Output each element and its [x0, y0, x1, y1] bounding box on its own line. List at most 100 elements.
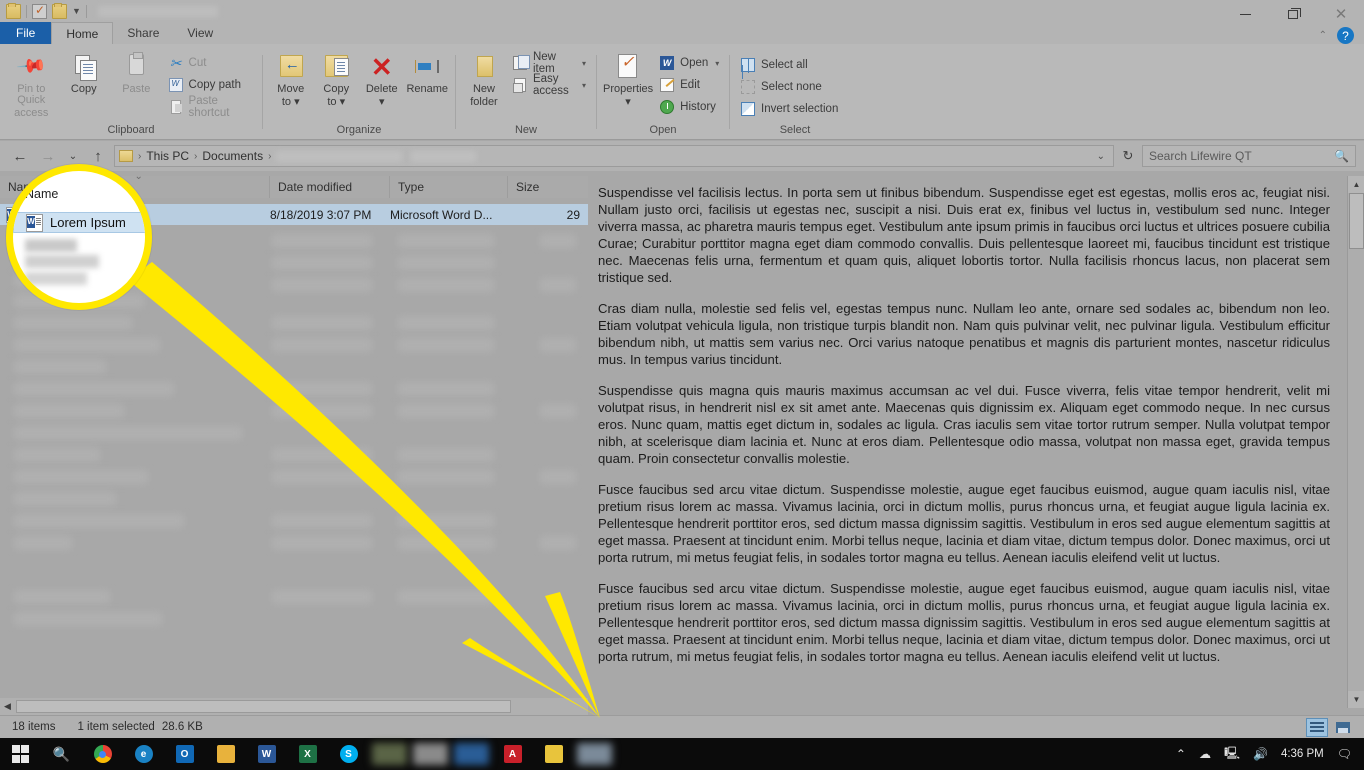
- volume-icon[interactable]: 🔊: [1253, 747, 1268, 761]
- redacted-app-icon-1[interactable]: [369, 738, 410, 770]
- scroll-down-icon[interactable]: ▼: [1348, 691, 1364, 708]
- edge-icon[interactable]: e: [123, 738, 164, 770]
- tab-home[interactable]: Home: [51, 22, 114, 44]
- select-all-button[interactable]: Select all: [736, 55, 842, 75]
- tab-file[interactable]: File: [0, 22, 52, 44]
- scroll-left-icon[interactable]: ◀: [0, 701, 15, 712]
- folder-icon[interactable]: [6, 2, 21, 19]
- status-selection-group: 1 item selected 28.6 KB: [77, 721, 202, 733]
- word-icon[interactable]: W: [246, 738, 287, 770]
- breadcrumb-dropdown-icon[interactable]: ⌄: [1097, 151, 1109, 162]
- ribbon-tab-strip: File Home Share View ⌃ ?: [0, 22, 1364, 44]
- copy-to-button[interactable]: Copy to ▾: [315, 49, 359, 108]
- status-bar: 18 items 1 item selected 28.6 KB: [0, 715, 1364, 738]
- large-icons-view-icon[interactable]: [1332, 718, 1354, 737]
- column-header-type[interactable]: Type: [390, 176, 508, 198]
- properties-icon[interactable]: [32, 3, 47, 19]
- paste-shortcut-button[interactable]: Paste shortcut: [164, 95, 256, 119]
- scrollbar-thumb[interactable]: [1349, 193, 1364, 249]
- collapse-ribbon-icon[interactable]: ⌃: [1319, 30, 1327, 41]
- skype-icon[interactable]: S: [328, 738, 369, 770]
- new-folder-button[interactable]: New folder: [462, 49, 506, 108]
- sticky-notes-icon[interactable]: [533, 738, 574, 770]
- redacted-row: [14, 316, 132, 330]
- details-view-icon[interactable]: [1306, 717, 1328, 737]
- redacted-size: [540, 404, 576, 418]
- excel-icon[interactable]: X: [287, 738, 328, 770]
- new-folder-icon[interactable]: [52, 2, 67, 19]
- taskbar-search-icon[interactable]: 🔍: [41, 738, 82, 770]
- edit-button[interactable]: Edit: [655, 75, 723, 95]
- easy-access-icon: [512, 77, 528, 93]
- redacted-row: [14, 492, 116, 506]
- search-input[interactable]: Search Lifewire QT 🔍: [1142, 145, 1356, 167]
- status-selection-size: 28.6 KB: [161, 721, 203, 733]
- copy-button[interactable]: Copy: [59, 49, 110, 95]
- scroll-up-icon[interactable]: ▲: [1348, 176, 1364, 193]
- refresh-icon[interactable]: ↻: [1118, 148, 1138, 164]
- cut-button[interactable]: ✂ Cut: [164, 53, 256, 73]
- tab-view[interactable]: View: [173, 22, 227, 44]
- preview-paragraph-3: Suspendisse quis magna quis mauris maxim…: [598, 383, 1330, 466]
- new-item-button[interactable]: New item ▾: [508, 51, 590, 75]
- copy-path-button[interactable]: Copy path: [164, 75, 256, 95]
- redacted-app-icon-4[interactable]: [574, 738, 615, 770]
- start-button-icon[interactable]: [0, 738, 41, 770]
- rename-button[interactable]: Rename: [406, 49, 450, 95]
- copy-label: Copy: [70, 83, 97, 95]
- file-list-horizontal-scrollbar[interactable]: ◀: [0, 698, 588, 715]
- onedrive-icon[interactable]: ☁: [1199, 747, 1211, 761]
- history-button[interactable]: History: [655, 97, 723, 117]
- pin-to-quick-access-button[interactable]: 📌 Pin to Quick access: [6, 49, 57, 119]
- easy-access-button[interactable]: Easy access ▾: [508, 73, 590, 97]
- redacted-date: [272, 536, 372, 550]
- chevron-up-icon[interactable]: ⌃: [1176, 747, 1186, 761]
- column-header-size[interactable]: Size: [508, 176, 586, 198]
- delete-icon: ✕: [370, 52, 393, 82]
- column-header-date-modified[interactable]: Date modified: [270, 176, 390, 198]
- breadcrumb-item-documents[interactable]: Documents: [202, 149, 263, 163]
- search-icon[interactable]: 🔍: [1334, 149, 1349, 163]
- preview-scrollbar[interactable]: ▲ ▼: [1347, 176, 1364, 708]
- h-scrollbar-thumb[interactable]: [16, 700, 511, 713]
- move-to-icon: [276, 52, 306, 82]
- redacted-app-icon-3[interactable]: [451, 738, 492, 770]
- breadcrumb-item-this-pc[interactable]: This PC: [146, 149, 189, 163]
- help-icon[interactable]: ?: [1337, 27, 1354, 44]
- tab-share[interactable]: Share: [113, 22, 173, 44]
- forward-button[interactable]: →: [36, 144, 60, 168]
- group-label-open: Open: [649, 124, 677, 136]
- file-explorer-icon[interactable]: [205, 738, 246, 770]
- open-label: Open: [680, 57, 709, 69]
- window-title-redacted: [97, 5, 218, 17]
- clock[interactable]: 4:36 PM: [1281, 748, 1324, 760]
- history-label: History: [680, 101, 716, 113]
- invert-selection-button[interactable]: Invert selection: [736, 99, 842, 119]
- ribbon-group-new: New folder New item ▾ Easy access ▾ New: [456, 44, 596, 140]
- invert-selection-icon: [740, 101, 756, 117]
- acrobat-icon[interactable]: A: [492, 738, 533, 770]
- action-center-icon[interactable]: 🗨: [1337, 747, 1352, 761]
- move-to-button[interactable]: Move to ▾: [269, 49, 313, 108]
- scissors-icon: ✂: [169, 55, 182, 71]
- group-label-select: Select: [779, 124, 811, 136]
- chevron-down-icon[interactable]: ▼: [72, 6, 81, 16]
- redacted-app-icon-2[interactable]: [410, 738, 451, 770]
- properties-button[interactable]: Properties ▾: [603, 49, 653, 108]
- chrome-icon[interactable]: [82, 738, 123, 770]
- delete-button[interactable]: ✕ Delete ▾: [360, 49, 404, 108]
- redacted-row: [14, 470, 148, 484]
- open-button[interactable]: W Open ▾: [655, 53, 723, 73]
- select-none-button[interactable]: Select none: [736, 77, 842, 97]
- redacted-date: [272, 404, 372, 418]
- outlook-icon[interactable]: O: [164, 738, 205, 770]
- select-all-icon: [740, 57, 756, 73]
- back-button[interactable]: ←: [8, 144, 32, 168]
- redacted-row: [14, 426, 242, 440]
- select-small-buttons: Select all Select none Invert selection: [736, 49, 842, 119]
- breadcrumb[interactable]: › This PC › Documents › ⌄: [114, 145, 1114, 167]
- magnified-redacted-row: [25, 239, 77, 252]
- paste-button[interactable]: Paste: [111, 49, 162, 95]
- move-to-label1: Move: [277, 83, 305, 95]
- network-icon[interactable]: 🖳: [1224, 744, 1240, 765]
